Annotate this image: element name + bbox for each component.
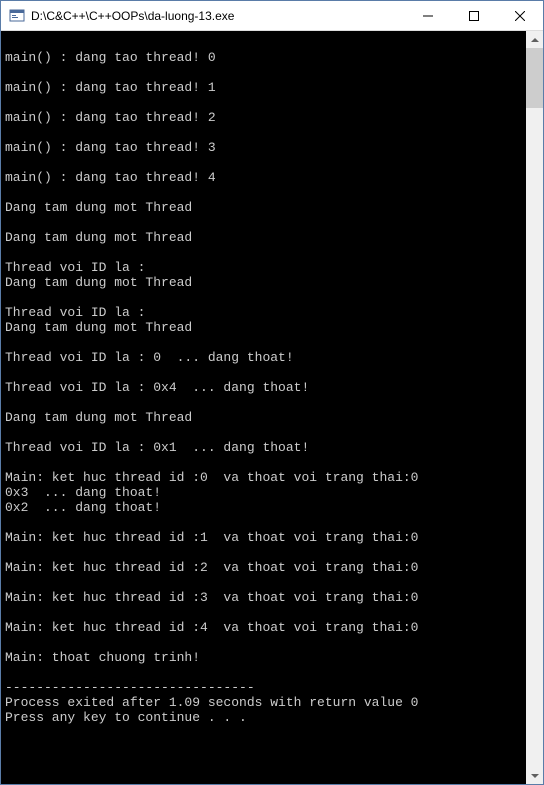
console-line: -------------------------------- (5, 680, 522, 695)
minimize-button[interactable] (405, 1, 451, 30)
window-controls (405, 1, 543, 30)
console-line: 0x2 ... dang thoat! (5, 500, 522, 515)
console-line: Dang tam dung mot Thread (5, 230, 522, 245)
console-line: Main: ket huc thread id :3 va thoat voi … (5, 590, 522, 605)
console-line: Thread voi ID la : 0x4 ... dang thoat! (5, 380, 522, 395)
console-line (5, 215, 522, 230)
console-line: Dang tam dung mot Thread (5, 275, 522, 290)
console-line: Thread voi ID la : 0 ... dang thoat! (5, 350, 522, 365)
scroll-up-arrow-icon[interactable] (526, 31, 543, 48)
window-titlebar: D:\C&C++\C++OOPs\da-luong-13.exe (1, 1, 543, 31)
console-line (5, 605, 522, 620)
console-line: main() : dang tao thread! 3 (5, 140, 522, 155)
console-line (5, 335, 522, 350)
console-line: Dang tam dung mot Thread (5, 410, 522, 425)
scroll-track[interactable] (526, 48, 543, 767)
console-line: Thread voi ID la : 0x1 ... dang thoat! (5, 440, 522, 455)
console-line: main() : dang tao thread! 2 (5, 110, 522, 125)
console-line: Main: ket huc thread id :4 va thoat voi … (5, 620, 522, 635)
console-line (5, 515, 522, 530)
console-line (5, 425, 522, 440)
console-line: Dang tam dung mot Thread (5, 320, 522, 335)
console-line: Thread voi ID la : (5, 305, 522, 320)
vertical-scrollbar[interactable] (526, 31, 543, 784)
console-line (5, 635, 522, 650)
console-line: main() : dang tao thread! 1 (5, 80, 522, 95)
app-icon (9, 8, 25, 24)
close-button[interactable] (497, 1, 543, 30)
console-line: 0x3 ... dang thoat! (5, 485, 522, 500)
console-line (5, 125, 522, 140)
console-line: Main: ket huc thread id :0 va thoat voi … (5, 470, 522, 485)
scroll-down-arrow-icon[interactable] (526, 767, 543, 784)
console-line (5, 455, 522, 470)
scroll-thumb[interactable] (526, 48, 543, 108)
console-line: Main: thoat chuong trinh! (5, 650, 522, 665)
maximize-button[interactable] (451, 1, 497, 30)
console-line: main() : dang tao thread! 0 (5, 50, 522, 65)
console-line: Process exited after 1.09 seconds with r… (5, 695, 522, 710)
console-line: Press any key to continue . . . (5, 710, 522, 725)
console-line: Thread voi ID la : (5, 260, 522, 275)
console-line (5, 155, 522, 170)
window-title: D:\C&C++\C++OOPs\da-luong-13.exe (31, 9, 405, 23)
console-line (5, 395, 522, 410)
console-line (5, 545, 522, 560)
console-line (5, 245, 522, 260)
console-line (5, 575, 522, 590)
console-line (5, 35, 522, 50)
console-output[interactable]: main() : dang tao thread! 0 main() : dang… (1, 31, 526, 784)
console-line (5, 95, 522, 110)
console-line (5, 290, 522, 305)
console-line (5, 665, 522, 680)
console-line: Main: ket huc thread id :1 va thoat voi … (5, 530, 522, 545)
console-line (5, 65, 522, 80)
console-line (5, 365, 522, 380)
console-line: Dang tam dung mot Thread (5, 200, 522, 215)
console-line: Main: ket huc thread id :2 va thoat voi … (5, 560, 522, 575)
console-line: main() : dang tao thread! 4 (5, 170, 522, 185)
client-area: main() : dang tao thread! 0 main() : dang… (1, 31, 543, 784)
console-line (5, 185, 522, 200)
